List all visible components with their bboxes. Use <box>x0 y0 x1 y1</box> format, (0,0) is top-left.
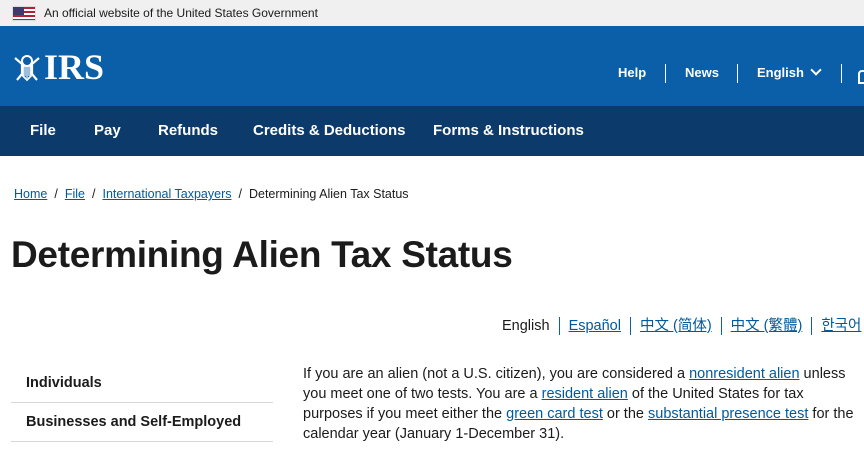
utility-divider <box>665 64 666 83</box>
resident-alien-link[interactable]: resident alien <box>542 386 628 402</box>
help-link[interactable]: Help <box>618 65 646 80</box>
language-selector[interactable]: English <box>757 64 822 80</box>
gov-banner: An official website of the United States… <box>0 0 864 26</box>
utility-divider <box>737 64 738 83</box>
intro-text: or the <box>602 406 648 422</box>
nav-refunds[interactable]: Refunds <box>158 122 218 139</box>
language-chinese-traditional[interactable]: 中文 (繁體) <box>720 317 812 335</box>
intro-text: If you are an alien (not a U.S. citizen)… <box>303 366 690 382</box>
language-espanol[interactable]: Español <box>558 317 630 335</box>
lock-icon[interactable] <box>858 70 864 84</box>
sidenav-item-businesses[interactable]: Businesses and Self-Employed <box>11 403 273 442</box>
chevron-down-icon <box>810 64 822 76</box>
breadcrumb-separator: / <box>91 187 96 201</box>
substantial-presence-test-link[interactable]: substantial presence test <box>648 406 808 422</box>
nav-pay[interactable]: Pay <box>94 122 121 139</box>
intro-paragraph: If you are an alien (not a U.S. citizen)… <box>303 364 864 444</box>
breadcrumb-current: Determining Alien Tax Status <box>248 187 409 201</box>
breadcrumb-separator: / <box>54 187 58 201</box>
breadcrumb-home[interactable]: Home <box>14 187 47 201</box>
breadcrumb-international-taxpayers[interactable]: International Taxpayers <box>102 187 231 201</box>
page-title: Determining Alien Tax Status <box>11 234 513 275</box>
site-header: IRS Help News English <box>0 26 864 106</box>
nav-credits-deductions[interactable]: Credits & Deductions <box>253 122 406 139</box>
breadcrumb-file[interactable]: File <box>65 187 85 201</box>
us-flag-icon <box>12 5 36 21</box>
sidenav-item-individuals[interactable]: Individuals <box>11 364 273 403</box>
gov-banner-text: An official website of the United States… <box>44 6 318 20</box>
nav-file[interactable]: File <box>30 122 56 139</box>
breadcrumb: Home / File / International Taxpayers / Determ… <box>14 187 409 201</box>
utility-divider <box>841 64 842 83</box>
language-chinese-simplified[interactable]: 中文 (简体) <box>629 317 721 335</box>
utility-nav: Help News English <box>0 64 864 84</box>
news-link[interactable]: News <box>685 65 719 80</box>
nav-forms-instructions[interactable]: Forms & Instructions <box>433 122 584 139</box>
side-nav: Individuals Businesses and Self-Employed <box>11 364 273 442</box>
language-english-current: English <box>502 318 550 334</box>
main-nav: File Pay Refunds Credits & Deductions Fo… <box>0 106 864 156</box>
language-korean[interactable]: 한국어 <box>811 317 864 335</box>
language-selector-label: English <box>757 65 804 80</box>
green-card-test-link[interactable]: green card test <box>506 406 603 422</box>
breadcrumb-separator: / <box>238 187 242 201</box>
nonresident-alien-link[interactable]: nonresident alien <box>689 366 799 382</box>
language-bar: English Español 中文 (简体) 中文 (繁體) 한국어 <box>502 317 864 335</box>
